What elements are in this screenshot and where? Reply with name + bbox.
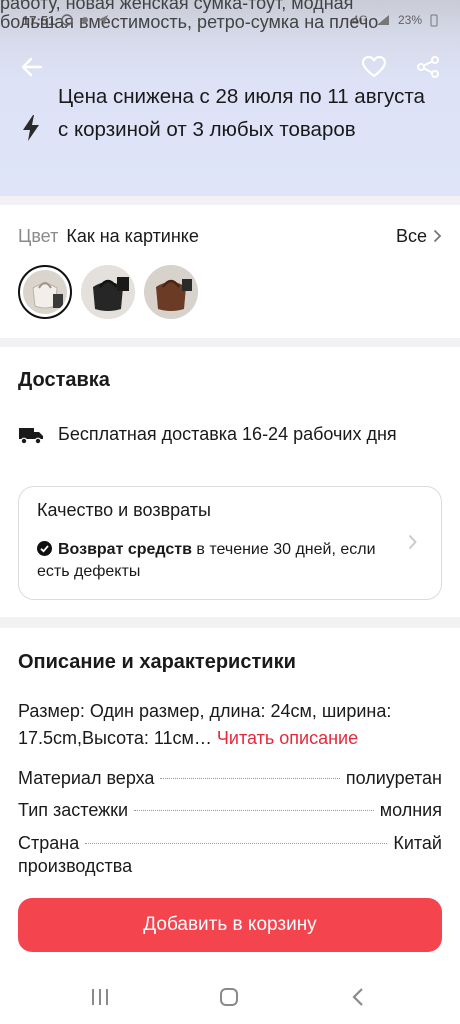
divider	[0, 196, 460, 205]
notification-icons	[61, 14, 109, 26]
signal-icon	[376, 15, 389, 25]
divider	[0, 617, 460, 628]
shipping-text: Бесплатная доставка 16-24 рабочих дня	[58, 424, 397, 444]
spec-value: полиуретан	[345, 768, 442, 788]
spec-key-continued: производства	[18, 856, 133, 876]
bag-thumbnail-brown	[144, 265, 198, 319]
recent-apps-button[interactable]	[88, 986, 112, 1008]
system-nav-bar	[0, 968, 460, 1024]
chevron-left-icon	[352, 988, 363, 1006]
delivery-section: Доставка Бесплатная доставка 16-24 рабоч…	[0, 347, 460, 617]
quality-title: Качество и возвраты	[37, 500, 211, 520]
show-all-label: Все	[395, 225, 427, 246]
share-icon	[417, 56, 439, 78]
dotted-leader	[85, 843, 388, 844]
size-description: Размер: Один размер, длина: 24см, ширина…	[18, 698, 442, 752]
top-banner: работу, новая женская сумка-тоут, модная…	[0, 0, 460, 196]
spec-value: молния	[379, 800, 442, 820]
dotted-leader	[134, 810, 374, 811]
swatch-brown[interactable]	[144, 265, 198, 319]
heart-icon	[361, 55, 387, 78]
battery-icon	[430, 14, 438, 26]
spec-row: Тип застежки молния	[18, 798, 442, 822]
add-to-cart-button[interactable]: Добавить в корзину	[18, 898, 442, 952]
arrow-left-icon	[21, 57, 43, 77]
refund-bold: Возврат средств	[58, 541, 192, 558]
description-title: Описание и характеристики	[18, 651, 296, 673]
gear-icon	[82, 17, 89, 23]
home-button[interactable]	[217, 986, 241, 1008]
chat-icon	[61, 14, 73, 26]
dotted-leader	[160, 778, 340, 779]
promo-text: Цена снижена с 28 июля по 11 августа с к…	[58, 85, 425, 141]
refund-info: Возврат средств в течение 30 дней, если …	[37, 539, 377, 583]
truck-icon	[19, 427, 43, 444]
quality-returns-card[interactable]: Качество и возвраты Возврат средств в те…	[18, 486, 442, 600]
send-icon	[98, 15, 109, 25]
bag-thumbnail-white	[23, 270, 67, 314]
spec-key: Материал верха	[18, 768, 155, 788]
shipping-info: Бесплатная доставка 16-24 рабочих дня	[18, 424, 448, 445]
spec-value: Китай	[393, 833, 442, 853]
color-section: Цвет Как на картинке Все	[0, 205, 460, 338]
swatch-black[interactable]	[81, 265, 135, 319]
spec-row: Материал верха полиуретан	[18, 766, 442, 790]
system-back-button[interactable]	[346, 986, 370, 1008]
spec-row: Страна Китай	[18, 831, 442, 855]
promo-banner[interactable]: Цена снижена с 28 июля по 11 августа с к…	[0, 78, 460, 178]
chevron-right-icon	[408, 534, 417, 550]
check-circle-icon	[37, 541, 52, 556]
chevron-right-icon	[433, 229, 442, 243]
spec-key: Страна	[18, 833, 80, 853]
bag-thumbnail-black	[81, 265, 135, 319]
status-time: 17:51	[22, 12, 56, 28]
recent-apps-icon	[92, 989, 108, 1005]
color-label: Цвет	[18, 225, 59, 246]
status-bar: 17:51 4G 23%	[0, 8, 460, 32]
swatch-white[interactable]	[18, 265, 72, 319]
read-description-link[interactable]: Читать описание	[217, 728, 358, 748]
battery-level: 23%	[397, 13, 422, 27]
delivery-title: Доставка	[18, 369, 110, 391]
lightning-bolt-icon	[23, 115, 39, 141]
network-indicator: 4G	[351, 13, 368, 27]
divider	[0, 338, 460, 347]
color-value: Как на картинке	[66, 225, 199, 246]
spec-key: Тип застежки	[18, 800, 129, 820]
color-selector-row[interactable]: Цвет Как на картинке Все	[18, 224, 442, 248]
show-all-colors-link[interactable]: Все	[396, 226, 442, 247]
color-swatches	[18, 265, 198, 319]
home-icon	[220, 988, 238, 1006]
